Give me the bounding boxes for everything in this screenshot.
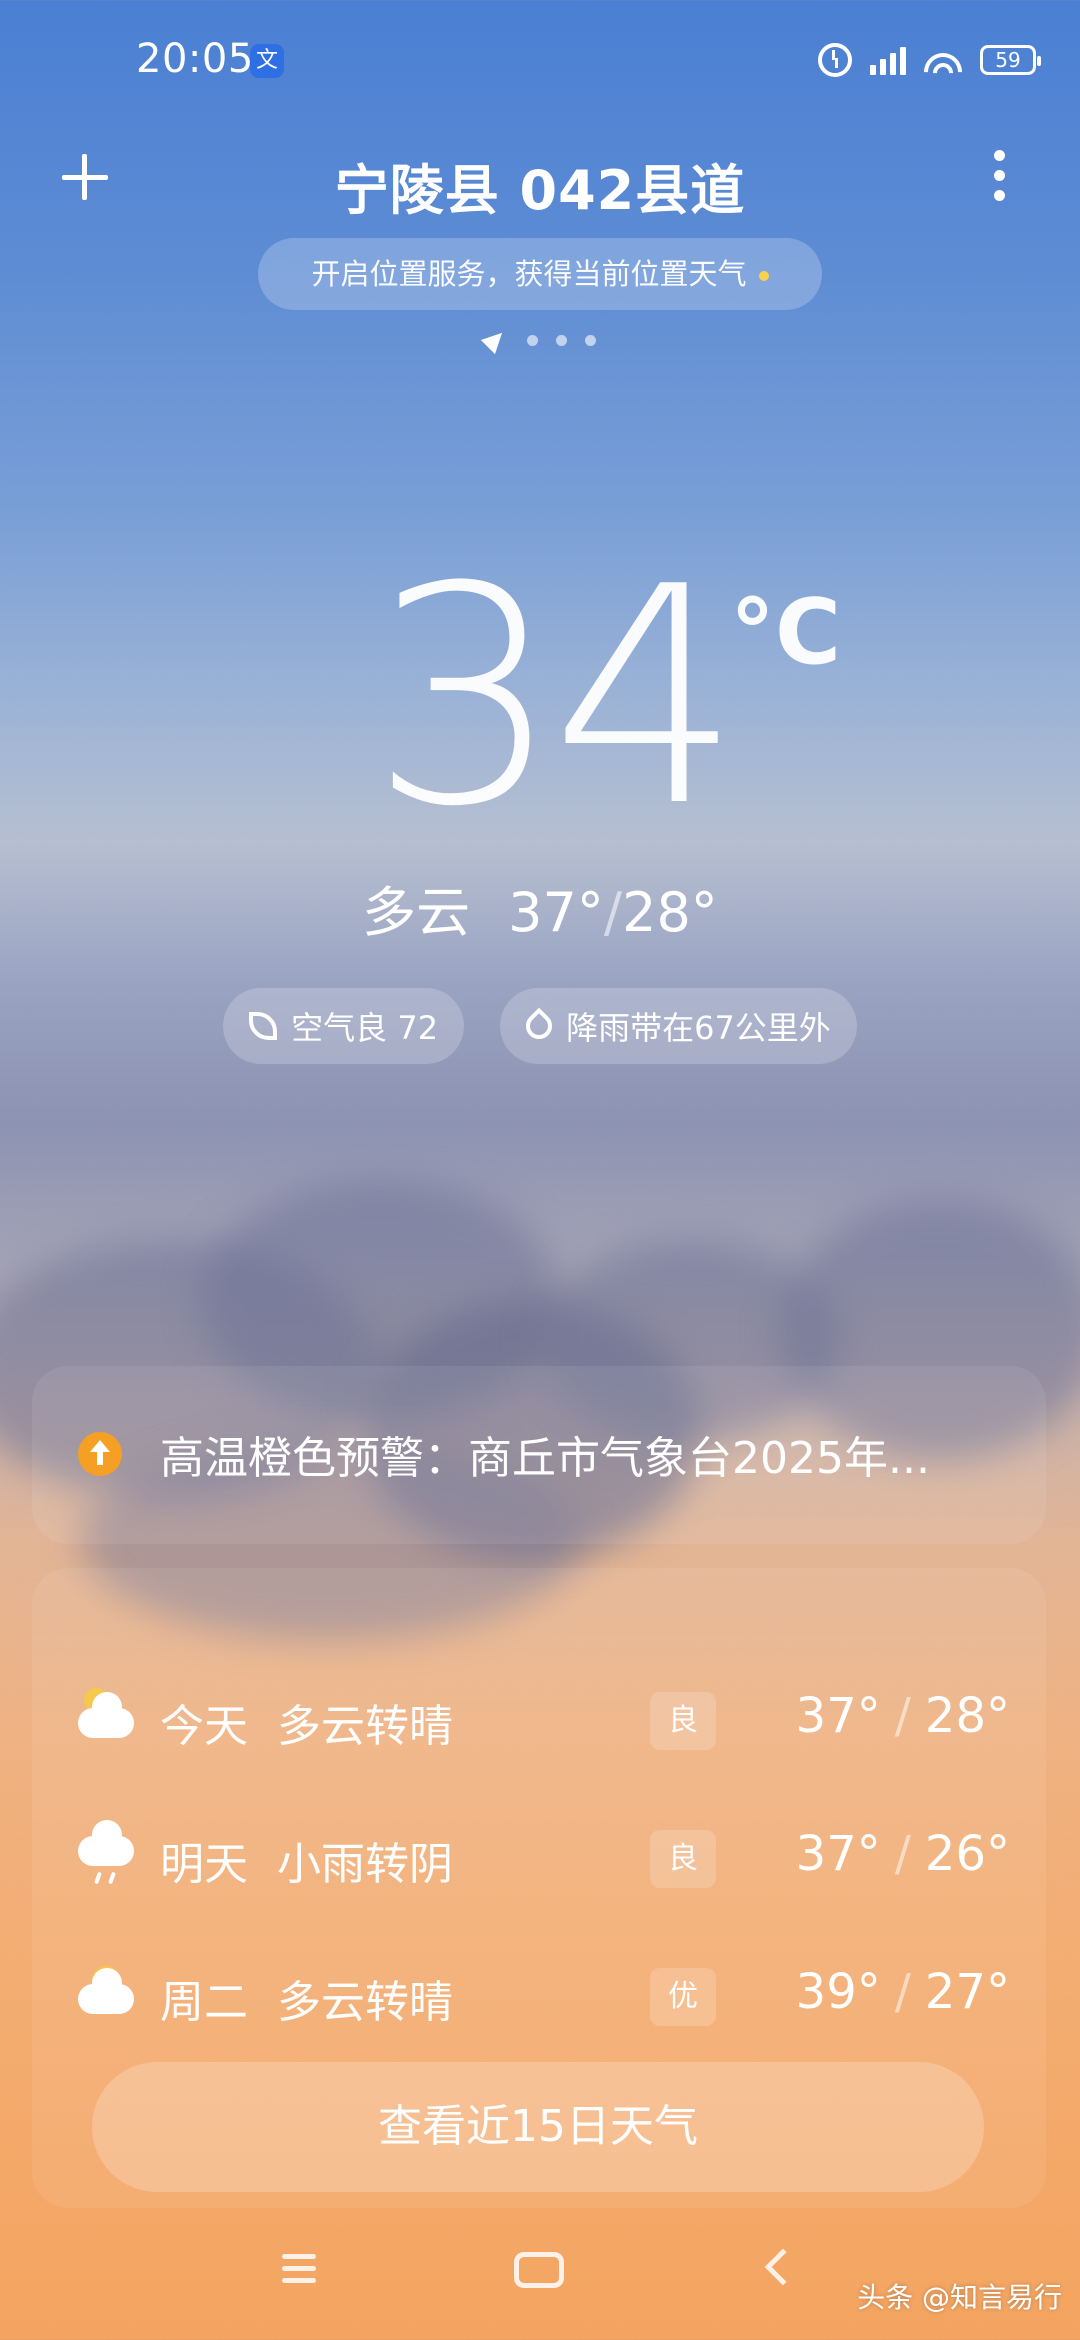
forecast-temps: 39°/27° <box>796 1964 1010 2020</box>
home-icon[interactable] <box>514 2252 564 2288</box>
forecast-low: 27° <box>924 1964 1010 2020</box>
forecast-condition: 小雨转阴 <box>277 1839 453 1890</box>
forecast-day: 周二 <box>160 1977 248 2028</box>
forecast-condition: 多云转晴 <box>277 1701 453 1752</box>
forecast-high: 39° <box>795 1964 881 2020</box>
notification-dot-icon <box>758 271 769 281</box>
raindrop-icon <box>520 1007 558 1045</box>
forecast-condition: 多云转晴 <box>277 1977 453 2028</box>
alarm-icon <box>818 43 852 77</box>
air-quality-chip[interactable]: 空气良 72 <box>223 988 465 1064</box>
partly-cloudy-night-icon <box>78 1688 138 1742</box>
recent-apps-menu-icon[interactable] <box>282 2252 316 2286</box>
forecast-temps: 37°/26° <box>796 1826 1010 1882</box>
light-rain-icon <box>78 1820 138 1885</box>
current-temperature: 34 <box>370 523 742 872</box>
air-quality-text: 空气良 72 <box>291 1009 439 1047</box>
weather-warning-card[interactable]: 高温橙色预警：商丘市气象台2025年... <box>32 1366 1046 1544</box>
forecast-row-tuesday[interactable]: 周二 多云转晴 优 39°/27° <box>32 1950 1046 2040</box>
forecast-temps: 37°/28° <box>796 1688 1010 1744</box>
today-high: 37° <box>508 881 604 944</box>
header: 宁陵县 042县道 <box>0 140 1080 222</box>
location-title: 宁陵县 042县道 <box>334 159 746 222</box>
partly-cloudy-icon <box>78 1966 138 2018</box>
aqi-badge: 良 <box>650 1692 716 1750</box>
forecast-row-today[interactable]: 今天 多云转晴 良 37°/28° <box>32 1674 1046 1764</box>
page-indicator <box>0 325 1080 355</box>
temperature-unit: °C <box>730 580 842 685</box>
today-low: 28° <box>622 881 718 944</box>
temp-separator: / <box>603 881 623 944</box>
forecast-day: 今天 <box>160 1701 248 1752</box>
forecast-high: 37° <box>795 1826 881 1882</box>
back-icon[interactable] <box>764 2248 802 2286</box>
info-chips: 空气良 72 降雨带在67公里外 <box>0 988 1080 1064</box>
forecast-low: 26° <box>924 1826 1010 1882</box>
aqi-badge: 优 <box>650 1968 716 2026</box>
forecast-high: 37° <box>795 1688 881 1744</box>
rain-info-chip[interactable]: 降雨带在67公里外 <box>500 988 857 1064</box>
page-dot <box>526 334 538 346</box>
warning-text: 高温橙色预警：商丘市气象台2025年... <box>160 1433 930 1484</box>
watermark: 头条 @知言易行 <box>857 2281 1062 2314</box>
temp-separator: / <box>894 1826 911 1882</box>
aqi-badge: 良 <box>650 1830 716 1888</box>
rain-info-text: 降雨带在67公里外 <box>566 1009 831 1047</box>
current-location-arrow-icon <box>480 325 509 355</box>
battery-icon: 59 <box>980 45 1041 75</box>
warning-arrow-up-icon <box>78 1432 122 1476</box>
leaf-icon <box>249 1012 278 1040</box>
forecast-card: 今天 多云转晴 良 37°/28° 明天 小雨转阴 良 37°/26° 周二 多… <box>32 1568 1046 2208</box>
page-dot <box>584 334 596 346</box>
current-condition: 多云 <box>362 881 471 944</box>
status-icons: 59 <box>818 38 1041 82</box>
fifteen-day-forecast-button[interactable]: 查看近15日天气 <box>92 2062 984 2192</box>
forecast-day: 明天 <box>160 1839 248 1890</box>
forecast-low: 28° <box>924 1688 1010 1744</box>
more-options-button[interactable] <box>970 146 1030 206</box>
location-service-prompt[interactable]: 开启位置服务，获得当前位置天气 <box>258 238 822 310</box>
wifi-icon <box>924 45 962 75</box>
temp-separator: / <box>894 1688 911 1744</box>
page-dot <box>555 334 567 346</box>
translate-notification-icon: 文 <box>250 44 284 78</box>
location-service-text: 开启位置服务，获得当前位置天气 <box>311 257 747 291</box>
signal-icon <box>870 45 906 75</box>
status-bar: 20:05 文 59 <box>0 30 1080 94</box>
forecast-row-tomorrow[interactable]: 明天 小雨转阴 良 37°/26° <box>32 1812 1046 1902</box>
status-time: 20:05 <box>136 36 254 82</box>
condition-summary: 多云 37°/28° <box>0 868 1080 947</box>
temp-separator: / <box>894 1964 911 2020</box>
